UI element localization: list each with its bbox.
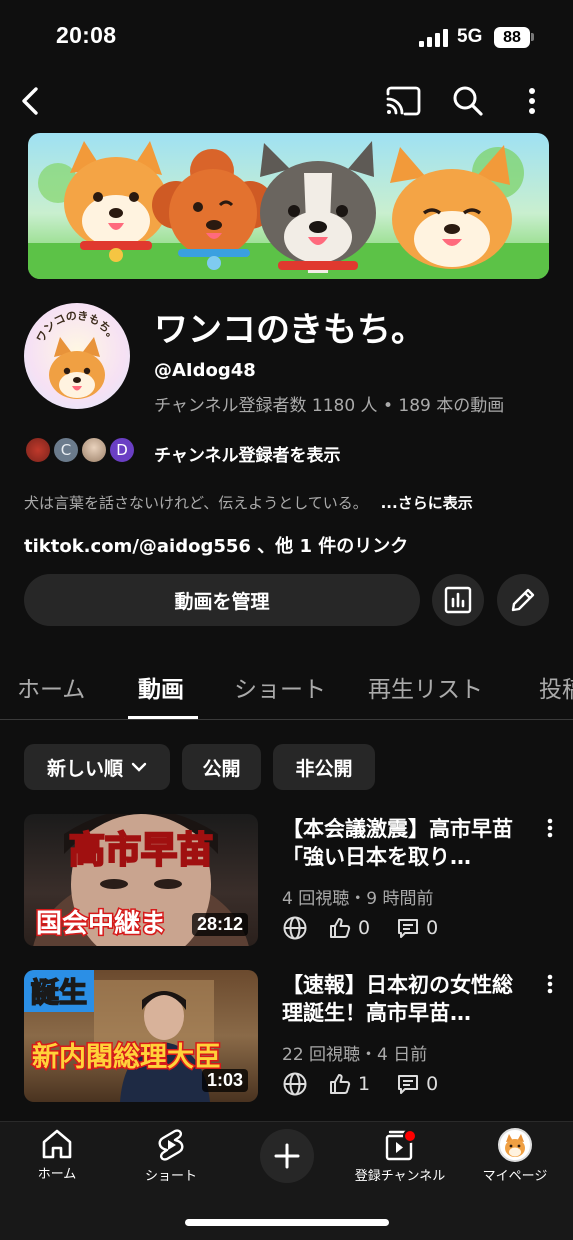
description-text: 犬は言葉を話さないけれど、伝えようとしている。 bbox=[24, 494, 368, 512]
create-button[interactable] bbox=[260, 1129, 314, 1183]
tab-videos[interactable]: 動画 bbox=[138, 670, 184, 704]
video-duration: 28:12 bbox=[191, 913, 248, 936]
channel-title: ワンコのきもち。 bbox=[154, 310, 425, 350]
nav-home[interactable]: ホーム bbox=[12, 1128, 102, 1182]
avatar-arc-text: ワンコのきもち。 bbox=[34, 309, 120, 344]
comment-count: 0 bbox=[426, 917, 439, 939]
chevron-down-icon bbox=[131, 762, 147, 772]
video-meta: 4 回視聴・9 時間前 bbox=[282, 889, 434, 909]
tab-posts[interactable]: 投稿 bbox=[539, 670, 573, 704]
channel-stats: チャンネル登録者数 1180 人 • 189 本の動画 bbox=[154, 396, 505, 416]
video-thumbnail[interactable]: 高市早苗 国会中継ま 28:12 bbox=[24, 814, 258, 946]
back-arrow-icon bbox=[22, 87, 38, 115]
comment-count: 0 bbox=[426, 1073, 439, 1095]
video-more-icon[interactable] bbox=[540, 974, 560, 994]
search-button[interactable] bbox=[448, 80, 488, 122]
thumbs-up-icon bbox=[330, 918, 351, 938]
thumb-caption-top: 高市早苗 bbox=[69, 830, 213, 871]
subscriber-avatar: D bbox=[108, 436, 136, 464]
comment-icon bbox=[398, 919, 419, 938]
network-type: 5G bbox=[457, 26, 483, 47]
channel-description[interactable]: 犬は言葉を話さないけれど、伝えようとしている。 ...さらに表示 bbox=[24, 492, 473, 513]
video-actions: 0 0 bbox=[282, 915, 438, 941]
tab-home[interactable]: ホーム bbox=[17, 670, 85, 704]
nav-subscriptions-label: 登録チャンネル bbox=[354, 1169, 446, 1184]
like-count: 0 bbox=[358, 917, 371, 939]
more-options-button[interactable] bbox=[516, 80, 548, 122]
shorts-icon bbox=[158, 1129, 184, 1161]
search-icon bbox=[453, 86, 483, 116]
banner-dogs-illustration bbox=[28, 141, 549, 279]
channel-banner bbox=[28, 133, 549, 279]
manage-videos-button[interactable]: 動画を管理 bbox=[24, 574, 420, 626]
video-actions: 1 0 bbox=[282, 1071, 438, 1097]
video-title[interactable]: 【速報】日本初の女性総理誕生！高市早苗… bbox=[282, 971, 530, 1027]
thumb-caption-top: 誕生 bbox=[31, 976, 87, 1009]
video-more-icon[interactable] bbox=[540, 818, 560, 838]
video-duration: 1:03 bbox=[201, 1069, 248, 1092]
tab-shorts[interactable]: ショート bbox=[234, 670, 326, 704]
show-subscribers-link[interactable]: チャンネル登録者を表示 bbox=[154, 441, 341, 466]
home-indicator bbox=[185, 1219, 389, 1226]
subscriptions-icon bbox=[385, 1129, 417, 1161]
nav-you[interactable]: マイページ bbox=[470, 1128, 560, 1184]
sort-label: 新しい順 bbox=[46, 757, 123, 780]
cast-button[interactable] bbox=[382, 80, 424, 122]
filter-public-chip[interactable]: 公開 bbox=[182, 744, 261, 790]
video-meta: 22 回視聴・4 日前 bbox=[282, 1045, 428, 1065]
battery-icon: 88 bbox=[494, 27, 530, 48]
profile-avatar bbox=[498, 1128, 532, 1162]
globe-icon bbox=[283, 916, 307, 940]
subscriber-avatar bbox=[24, 436, 52, 464]
plus-icon bbox=[274, 1143, 300, 1169]
analytics-icon bbox=[444, 586, 472, 614]
svg-text:ワンコのきもち。: ワンコのきもち。 bbox=[34, 309, 120, 344]
thumb-caption-bottom: 国会中継ま bbox=[36, 908, 166, 939]
battery-nub bbox=[531, 33, 534, 41]
thumb-caption-bottom: 新内閣総理大臣 bbox=[32, 1041, 221, 1073]
nav-you-label: マイページ bbox=[482, 1169, 548, 1184]
comment-icon bbox=[398, 1075, 419, 1094]
edit-channel-button[interactable] bbox=[497, 574, 549, 626]
show-more-link[interactable]: ...さらに表示 bbox=[381, 494, 473, 512]
video-thumbnail[interactable]: 誕生 新内閣総理大臣 1:03 bbox=[24, 970, 258, 1102]
home-icon bbox=[42, 1129, 72, 1159]
subscriber-avatar bbox=[80, 436, 108, 464]
nav-home-label: ホーム bbox=[37, 1167, 77, 1182]
status-time: 20:08 bbox=[56, 22, 117, 48]
tab-divider bbox=[0, 719, 573, 720]
tab-playlists[interactable]: 再生リスト bbox=[368, 670, 483, 704]
analytics-button[interactable] bbox=[432, 574, 484, 626]
nav-subscriptions[interactable]: 登録チャンネル bbox=[350, 1128, 450, 1184]
nav-shorts-label: ショート bbox=[144, 1169, 197, 1184]
signal-icon bbox=[419, 29, 448, 47]
pencil-icon bbox=[511, 588, 535, 612]
cast-icon bbox=[386, 86, 421, 116]
shiba-avatar-icon bbox=[505, 1134, 525, 1157]
shiba-avatar-illustration: ワンコのきもち。 bbox=[34, 309, 120, 399]
video-title[interactable]: 【本会議激震】高市早苗「強い日本を取り… bbox=[282, 815, 530, 871]
notification-dot bbox=[403, 1129, 417, 1143]
globe-icon bbox=[283, 1072, 307, 1096]
channel-handle: @AIdog48 bbox=[154, 360, 256, 381]
thumbs-up-icon bbox=[330, 1074, 351, 1094]
like-count: 1 bbox=[358, 1073, 371, 1095]
sort-dropdown[interactable]: 新しい順 bbox=[24, 744, 170, 790]
back-button[interactable] bbox=[10, 80, 50, 122]
kebab-icon bbox=[529, 88, 535, 114]
channel-links[interactable]: tiktok.com/@aidog556 、他 1 件のリンク bbox=[24, 532, 408, 558]
channel-avatar[interactable]: ワンコのきもち。 bbox=[24, 303, 130, 409]
filter-private-chip[interactable]: 非公開 bbox=[273, 744, 375, 790]
nav-shorts[interactable]: ショート bbox=[126, 1128, 216, 1184]
subscriber-avatar: C bbox=[52, 436, 80, 464]
